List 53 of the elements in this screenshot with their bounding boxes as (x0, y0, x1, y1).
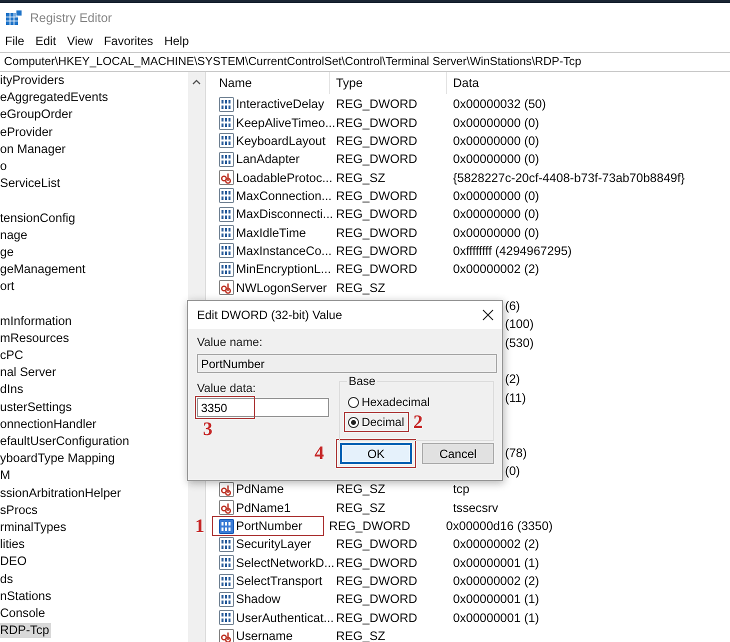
value-data: 0x00000002 (2) (453, 262, 540, 276)
value-data: 0x00000000 (0) (453, 188, 540, 203)
value-data: (530) (505, 336, 534, 350)
value-data: (78) (505, 446, 527, 460)
step-number: 2 (413, 412, 423, 432)
value-data: 0x00000000 (0) (453, 116, 540, 130)
value-type: REG_DWORD (336, 188, 418, 203)
dialog-title: Edit DWORD (32-bit) Value (197, 308, 342, 322)
value-type: REG_DWORD (336, 134, 418, 148)
value-data: 0x00000001 (1) (453, 592, 540, 606)
value-type: REG_DWORD (336, 574, 418, 588)
step-number: 4 (314, 444, 324, 463)
value-data: tcp (453, 482, 470, 496)
value-data: 0xffffffff (4294967295) (453, 244, 572, 258)
window-title: Registry Editor (30, 10, 112, 24)
value-data: 0x00000000 (0) (453, 226, 540, 240)
value-data: 0x00000001 (1) (453, 556, 540, 570)
value-type: REG_DWORD (336, 610, 418, 625)
value-data: (11) (505, 390, 526, 405)
value-data: (6) (505, 298, 520, 313)
value-data: 0x00000000 (0) (453, 152, 540, 166)
field-label: Value data: (197, 381, 257, 395)
value-type: REG_DWORD (336, 207, 418, 222)
value-type: REG_DWORD (336, 262, 418, 276)
value-type: REG_DWORD (336, 556, 418, 570)
value-data: 0x00000002 (2) (453, 574, 540, 588)
value-type: REG_DWORD (336, 244, 418, 258)
field-label: Value name: (197, 335, 264, 349)
value-data: tssecsrv (453, 500, 498, 515)
value-data: 0x00000000 (0) (453, 134, 540, 148)
value-data: 0x00000d16 (3350) (446, 519, 553, 534)
value-type: REG_SZ (336, 170, 386, 185)
value-data: 0x00000032 (50) (453, 97, 546, 112)
value-data: (100) (505, 317, 534, 332)
value-type: REG_DWORD (329, 519, 410, 534)
value-type: REG_DWORD (336, 537, 418, 552)
group-label: Base (346, 374, 378, 388)
step-number: 1 (195, 516, 204, 536)
value-type: REG_SZ (336, 482, 386, 496)
value-type: REG_DWORD (336, 97, 418, 112)
value-data: 0x00000002 (2) (453, 537, 540, 552)
value-type: REG_SZ (336, 500, 386, 515)
value-data: 0x00000001 (1) (453, 610, 540, 625)
step-number: 3 (203, 420, 214, 439)
value-type: REG_DWORD (336, 592, 418, 606)
value-type: REG_DWORD (336, 226, 418, 240)
value-type: REG_DWORD (336, 116, 418, 130)
value-type: REG_DWORD (336, 152, 418, 166)
value-data: (2) (505, 372, 520, 386)
value-data: {5828227c-20cf-4408-b73f-73ab70b8849f} (453, 170, 685, 185)
value-type: REG_SZ (336, 280, 386, 295)
value-data: 0x00000000 (0) (453, 207, 540, 222)
value-data: (0) (505, 464, 520, 478)
